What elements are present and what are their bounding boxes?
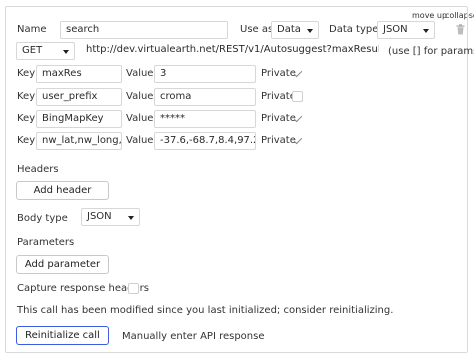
param-key-input[interactable]: BingMapKey xyxy=(36,110,122,128)
param-private-checkbox[interactable] xyxy=(292,135,303,146)
param-key-label: Key xyxy=(17,113,36,124)
modified-notice: This call has been modified since you la… xyxy=(17,305,394,316)
param-key-input[interactable]: nw_lat,nw_long,se_lat xyxy=(36,132,122,150)
data-type-value: JSON xyxy=(383,24,408,35)
capture-headers-checkbox[interactable] xyxy=(128,283,139,294)
param-key-label: Key xyxy=(17,91,36,102)
param-private-label: Private xyxy=(261,91,296,102)
chevron-down-icon xyxy=(63,50,69,54)
param-private-label: Private xyxy=(261,68,296,79)
data-type-label: Data type xyxy=(329,24,379,35)
param-private-label: Private xyxy=(261,135,296,146)
param-value-input[interactable]: ***** xyxy=(154,110,256,128)
name-input[interactable]: search xyxy=(60,21,228,39)
url-hint: (use [] for params) xyxy=(388,46,474,57)
param-private-checkbox[interactable] xyxy=(292,91,303,102)
add-header-button[interactable]: Add header xyxy=(16,181,109,200)
use-as-dropdown[interactable]: Data xyxy=(271,21,319,39)
chevron-down-icon xyxy=(128,216,134,220)
trash-icon[interactable] xyxy=(456,24,465,35)
url-input[interactable]: http://dev.virtualearth.net/REST/v1/Auto… xyxy=(81,42,379,60)
reinitialize-call-button[interactable]: Reinitialize call xyxy=(16,326,109,345)
add-parameter-button[interactable]: Add parameter xyxy=(16,255,109,274)
chevron-down-icon xyxy=(423,29,429,33)
body-type-label: Body type xyxy=(17,213,68,224)
param-private-checkbox[interactable] xyxy=(292,68,303,79)
method-dropdown[interactable]: GET xyxy=(16,42,75,60)
param-key-label: Key xyxy=(17,68,36,79)
headers-label: Headers xyxy=(17,164,59,175)
name-label: Name xyxy=(17,24,47,35)
param-key-label: Key xyxy=(17,135,36,146)
method-value: GET xyxy=(22,45,43,56)
param-value-input[interactable]: 3 xyxy=(154,65,256,83)
param-key-input[interactable]: user_prefix xyxy=(36,88,122,106)
param-key-input[interactable]: maxRes xyxy=(36,65,122,83)
parameters-label: Parameters xyxy=(17,237,75,248)
param-value-input[interactable]: croma xyxy=(154,88,256,106)
manual-response-link[interactable]: Manually enter API response xyxy=(122,331,265,342)
param-value-label: Value xyxy=(126,68,154,79)
chevron-down-icon xyxy=(307,29,313,33)
param-private-label: Private xyxy=(261,113,296,124)
data-type-dropdown[interactable]: JSON xyxy=(377,21,435,39)
param-private-checkbox[interactable] xyxy=(292,113,303,124)
param-value-input[interactable]: -37.6,-68.7,8.4,97.25 xyxy=(154,132,256,150)
use-as-label: Use as xyxy=(240,24,274,35)
param-value-label: Value xyxy=(126,91,154,102)
param-value-label: Value xyxy=(126,135,154,146)
body-type-value: JSON xyxy=(87,211,112,222)
body-type-dropdown[interactable]: JSON xyxy=(81,208,140,226)
param-value-label: Value xyxy=(126,113,154,124)
use-as-value: Data xyxy=(277,24,301,35)
